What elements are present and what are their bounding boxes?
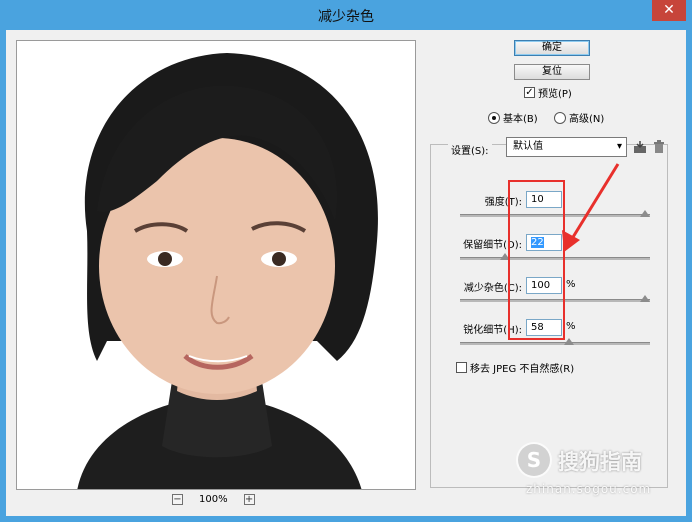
sharpen-details-unit: % <box>566 321 576 332</box>
settings-value: 默认值 <box>513 141 543 152</box>
zoom-in-button[interactable]: + <box>243 493 255 505</box>
strength-slider-thumb[interactable] <box>640 210 650 217</box>
zoom-out-button[interactable]: − <box>172 493 183 505</box>
save-settings-icon[interactable] <box>633 140 647 154</box>
trash-icon[interactable] <box>652 140 666 154</box>
watermark-url: zhinan.sogou.com <box>526 482 652 496</box>
sharpen-details-slider-thumb[interactable] <box>564 338 575 345</box>
watermark-brand: 搜狗指南 <box>558 450 642 474</box>
zoom-level: 100% <box>199 493 228 505</box>
jpeg-artifact-checkbox[interactable] <box>456 362 467 373</box>
settings-select[interactable]: 默认值 ▾ <box>506 137 627 157</box>
title-bar[interactable]: 减少杂色 ✕ <box>0 0 692 30</box>
basic-radio[interactable] <box>488 111 500 124</box>
dialog-body: − 100% + 确定 复位 ✓ 预览(P) 基本(B) 高级(N) 设置(S)… <box>6 30 686 516</box>
advanced-radio[interactable] <box>554 111 566 124</box>
jpeg-artifact-toggle[interactable]: 移去 JPEG 不自然感(R) <box>456 360 574 375</box>
mode-basic[interactable]: 基本(B) <box>488 110 538 125</box>
dialog-title: 减少杂色 <box>318 9 374 25</box>
close-button[interactable]: ✕ <box>652 0 686 21</box>
watermark: S 搜狗指南 zhinan.sogou.com <box>516 442 676 502</box>
ok-button[interactable]: 确定 <box>514 40 590 56</box>
zoom-controls: − 100% + <box>172 492 255 506</box>
preview-image[interactable] <box>16 40 416 490</box>
reduce-color-noise-unit: % <box>566 279 576 290</box>
basic-label: 基本(B) <box>503 114 538 125</box>
preview-toggle[interactable]: ✓ 预览(P) <box>524 85 572 100</box>
reset-button[interactable]: 复位 <box>514 64 590 80</box>
sogou-logo-icon: S <box>516 442 552 478</box>
preserve-details-unit: % <box>566 236 576 247</box>
preview-checkbox[interactable]: ✓ <box>524 87 535 98</box>
dialog-window: 减少杂色 ✕ − 100% + 确定 复位 ✓ 预览(P) 基本(B) 高级(N… <box>0 0 692 522</box>
sharpen-details-slider[interactable] <box>460 338 650 345</box>
jpeg-artifact-label: 移去 JPEG 不自然感(R) <box>470 364 575 375</box>
highlight-box <box>508 180 565 340</box>
reduce-color-noise-slider-thumb[interactable] <box>640 295 650 302</box>
chevron-down-icon: ▾ <box>616 141 622 152</box>
advanced-label: 高级(N) <box>569 114 605 125</box>
portrait-photo <box>17 41 415 489</box>
preview-label: 预览(P) <box>538 89 572 100</box>
settings-label: 设置(S): <box>448 142 492 157</box>
mode-advanced[interactable]: 高级(N) <box>554 110 604 125</box>
